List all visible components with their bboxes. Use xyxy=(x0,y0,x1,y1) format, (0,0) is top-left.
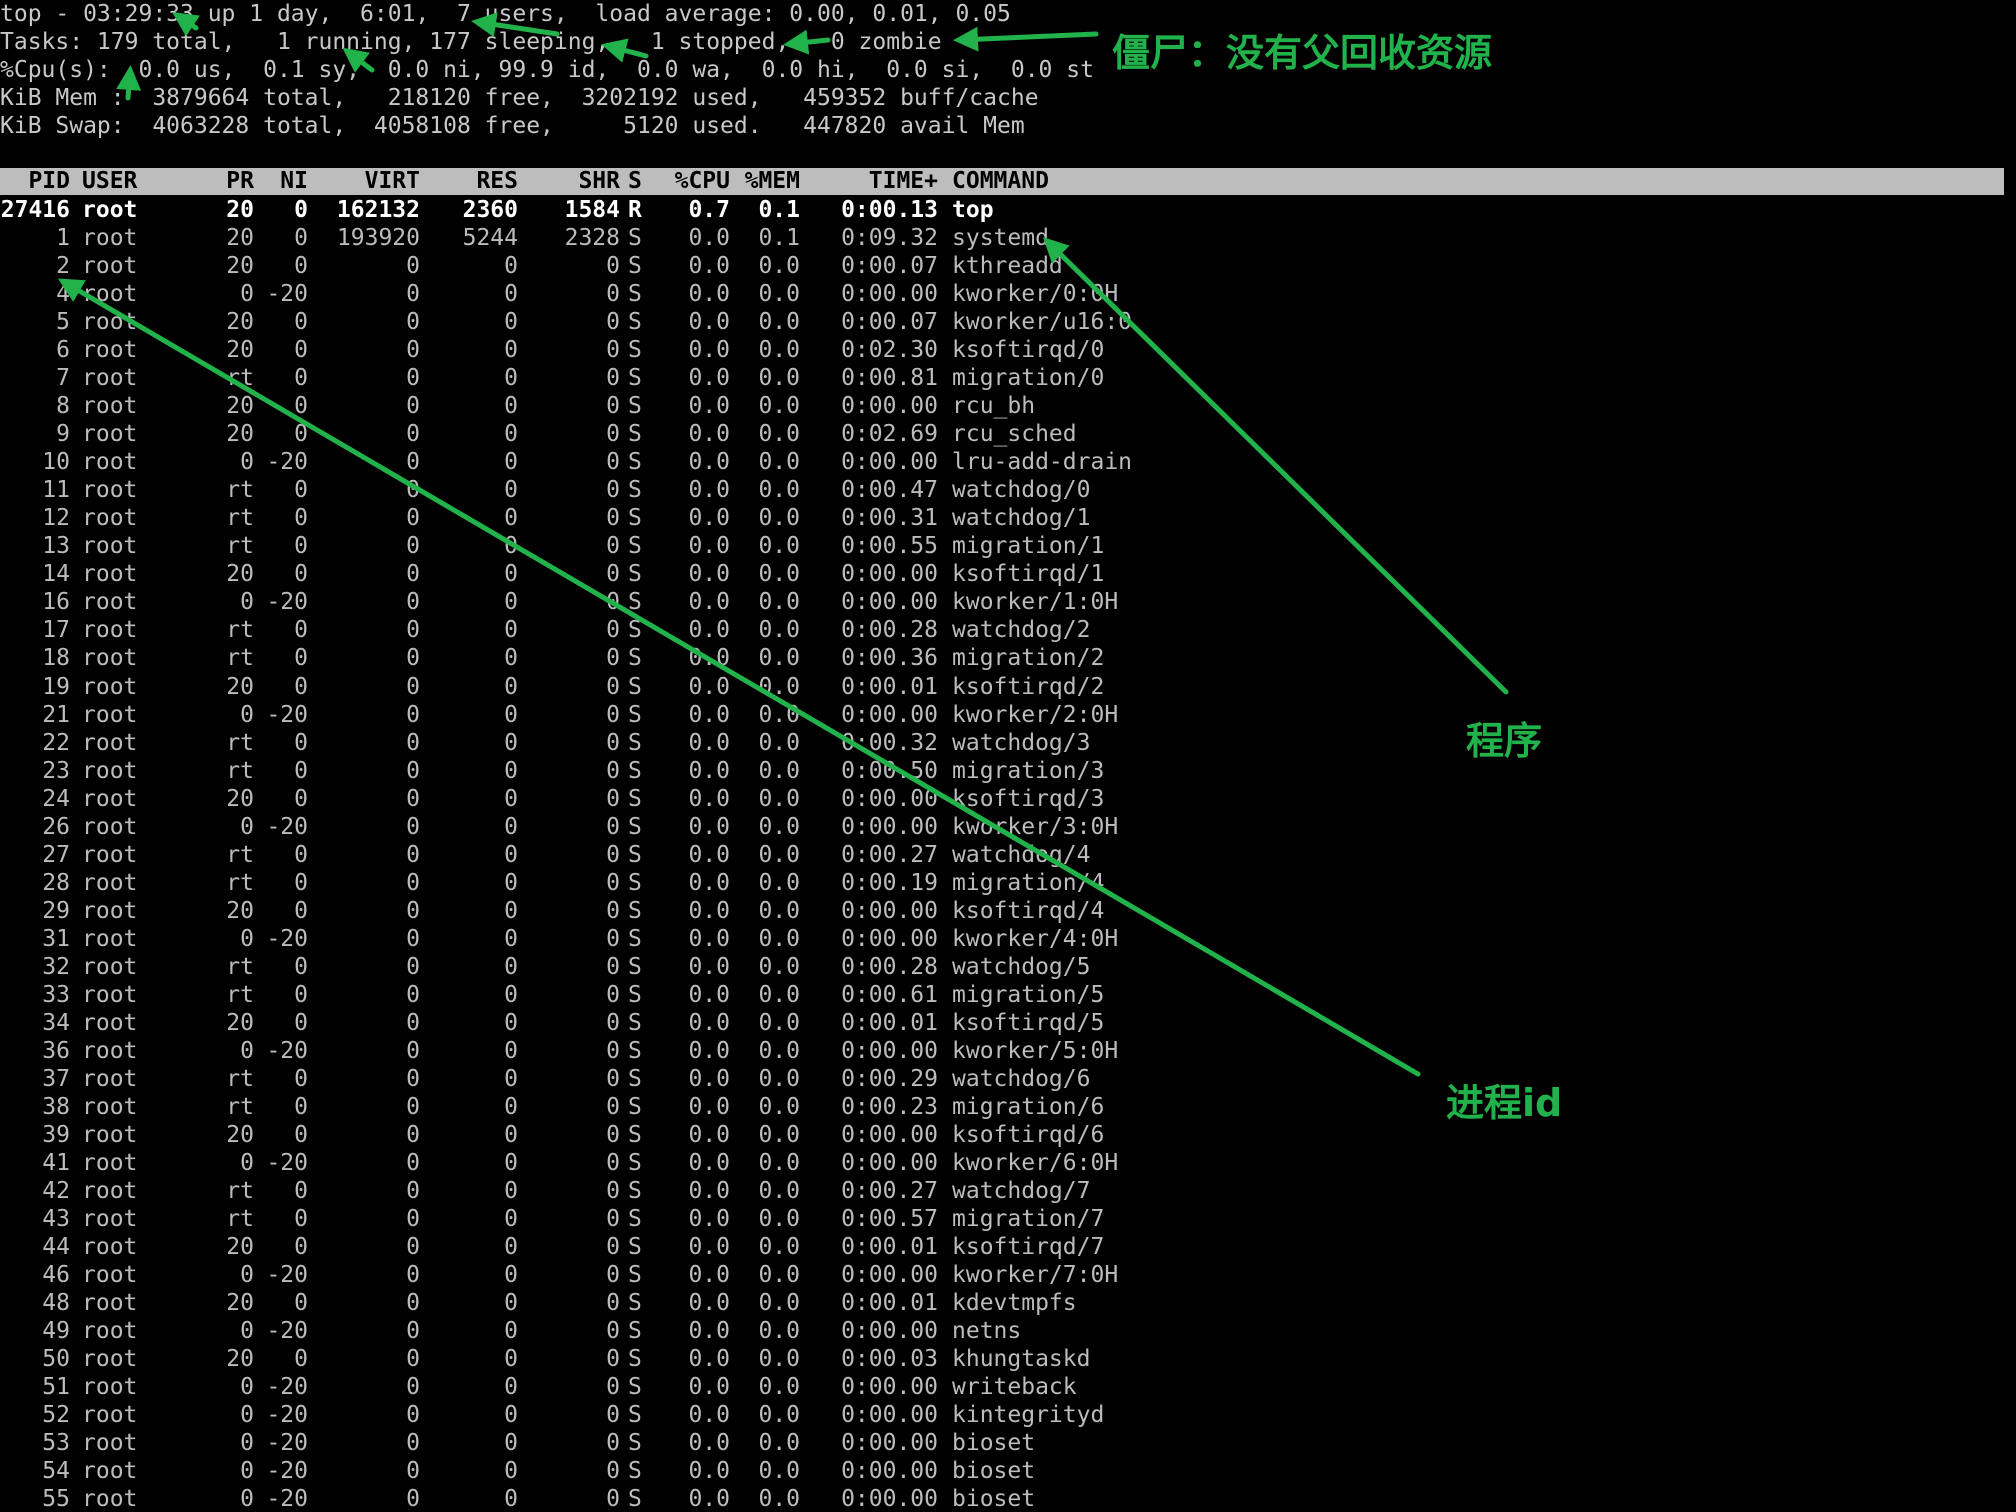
arrow-to-command xyxy=(1043,237,1509,695)
arrow-to-stopped xyxy=(783,29,831,55)
arrow-to-users xyxy=(471,12,560,38)
arrow-to-sleeping xyxy=(601,38,649,63)
program-annotation: 程序 xyxy=(1466,719,1543,763)
arrow-to-pid xyxy=(57,278,1421,1077)
pid-annotation: 进程id xyxy=(1446,1081,1563,1125)
arrow-to-zombie xyxy=(953,26,1099,52)
terminal-screen: top - 03:29:33 up 1 day, 6:01, 7 users, … xyxy=(0,0,2016,1512)
arrow-to-cpu xyxy=(116,65,142,101)
zombie-annotation: 僵尸：没有父回收资源 xyxy=(1112,31,1493,75)
annotation-arrows xyxy=(57,12,1509,1077)
arrow-to-sy xyxy=(172,12,200,37)
arrow-to-running xyxy=(342,47,375,73)
